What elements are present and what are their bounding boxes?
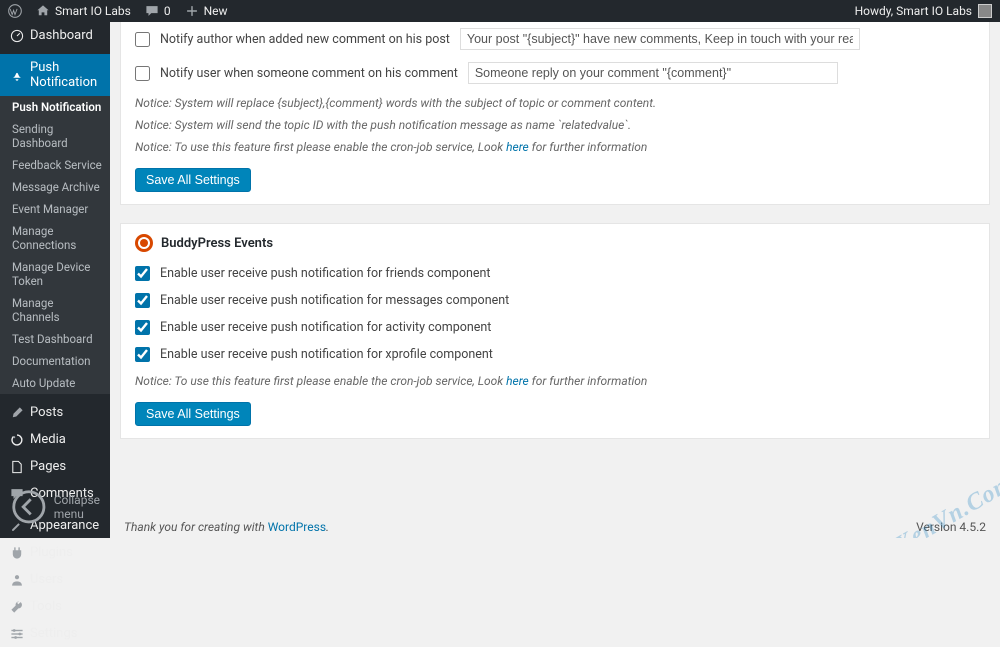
panel-buddypress: BuddyPress Events Enable user receive pu… [120,223,990,439]
footer: Thank you for creating with WordPress. V… [124,520,986,534]
wordpress-link[interactable]: WordPress [268,520,326,534]
menu-tools[interactable]: Tools [0,593,110,620]
chk-bp-xprofile[interactable] [135,347,150,362]
sub-event-manager[interactable]: Event Manager [0,198,110,220]
notice-cron2: Notice: To use this feature first please… [135,374,975,388]
lbl-bp-messages: Enable user receive push notification fo… [160,293,509,308]
collapse-menu[interactable]: Collapse menu [0,482,110,532]
buddypress-title: BuddyPress Events [161,236,273,251]
menu-media[interactable]: Media [0,426,110,453]
link-here-1[interactable]: here [506,140,529,154]
new-link[interactable]: New [185,4,228,18]
menu-dashboard[interactable]: Dashboard [0,22,110,49]
notice-cron1: Notice: To use this feature first please… [135,140,975,154]
footer-version: Version 4.5.2 [916,520,986,534]
chk-bp-activity[interactable] [135,320,150,335]
site-link[interactable]: Smart IO Labs [36,4,131,18]
chk-notify-author[interactable] [135,32,150,47]
menu-push-notification[interactable]: Push Notification [0,54,110,96]
sub-manage-device-token[interactable]: Manage Device Token [0,256,110,292]
chk-bp-messages[interactable] [135,293,150,308]
notice-relatedvalue: Notice: System will send the topic ID wi… [135,118,975,132]
chk-bp-friends[interactable] [135,266,150,281]
sub-feedback-service[interactable]: Feedback Service [0,154,110,176]
lbl-notify-author: Notify author when added new comment on … [160,32,450,47]
input-notify-user-template[interactable] [468,62,838,84]
lbl-bp-xprofile: Enable user receive push notification fo… [160,347,493,362]
sub-manage-channels[interactable]: Manage Channels [0,292,110,328]
link-here-2[interactable]: here [506,374,529,388]
sub-manage-connections[interactable]: Manage Connections [0,220,110,256]
save-button-2[interactable]: Save All Settings [135,402,251,426]
lbl-notify-user: Notify user when someone comment on his … [160,66,458,81]
comments-link[interactable]: 0 [145,4,171,18]
menu-settings[interactable]: Settings [0,620,110,647]
buddypress-icon [135,234,153,252]
submenu-push: Push Notification Sending Dashboard Feed… [0,96,110,394]
sub-auto-update[interactable]: Auto Update [0,372,110,394]
save-button-1[interactable]: Save All Settings [135,168,251,192]
sub-documentation[interactable]: Documentation [0,350,110,372]
sub-push-notification[interactable]: Push Notification [0,96,110,118]
wp-logo[interactable] [8,4,22,18]
menu-users[interactable]: Users [0,566,110,593]
admin-sidebar: Dashboard Push Notification Push Notific… [0,22,110,538]
footer-thanks: Thank you for creating with WordPress. [124,520,329,534]
sub-test-dashboard[interactable]: Test Dashboard [0,328,110,350]
sub-message-archive[interactable]: Message Archive [0,176,110,198]
admin-bar: Smart IO Labs 0 New Howdy, Smart IO Labs [0,0,1000,22]
avatar[interactable] [978,4,992,18]
menu-plugins[interactable]: Plugins [0,539,110,566]
notice-replace: Notice: System will replace {subject},{c… [135,96,975,110]
panel-comment-settings: Notify author when added new comment on … [120,22,990,205]
menu-posts[interactable]: Posts [0,399,110,426]
lbl-bp-friends: Enable user receive push notification fo… [160,266,490,281]
howdy-link[interactable]: Howdy, Smart IO Labs [855,4,972,18]
content-area: Notify author when added new comment on … [110,22,1000,538]
input-notify-author-template[interactable] [460,28,860,50]
lbl-bp-activity: Enable user receive push notification fo… [160,320,491,335]
chk-notify-user[interactable] [135,66,150,81]
menu-pages[interactable]: Pages [0,453,110,480]
sub-sending-dashboard[interactable]: Sending Dashboard [0,118,110,154]
